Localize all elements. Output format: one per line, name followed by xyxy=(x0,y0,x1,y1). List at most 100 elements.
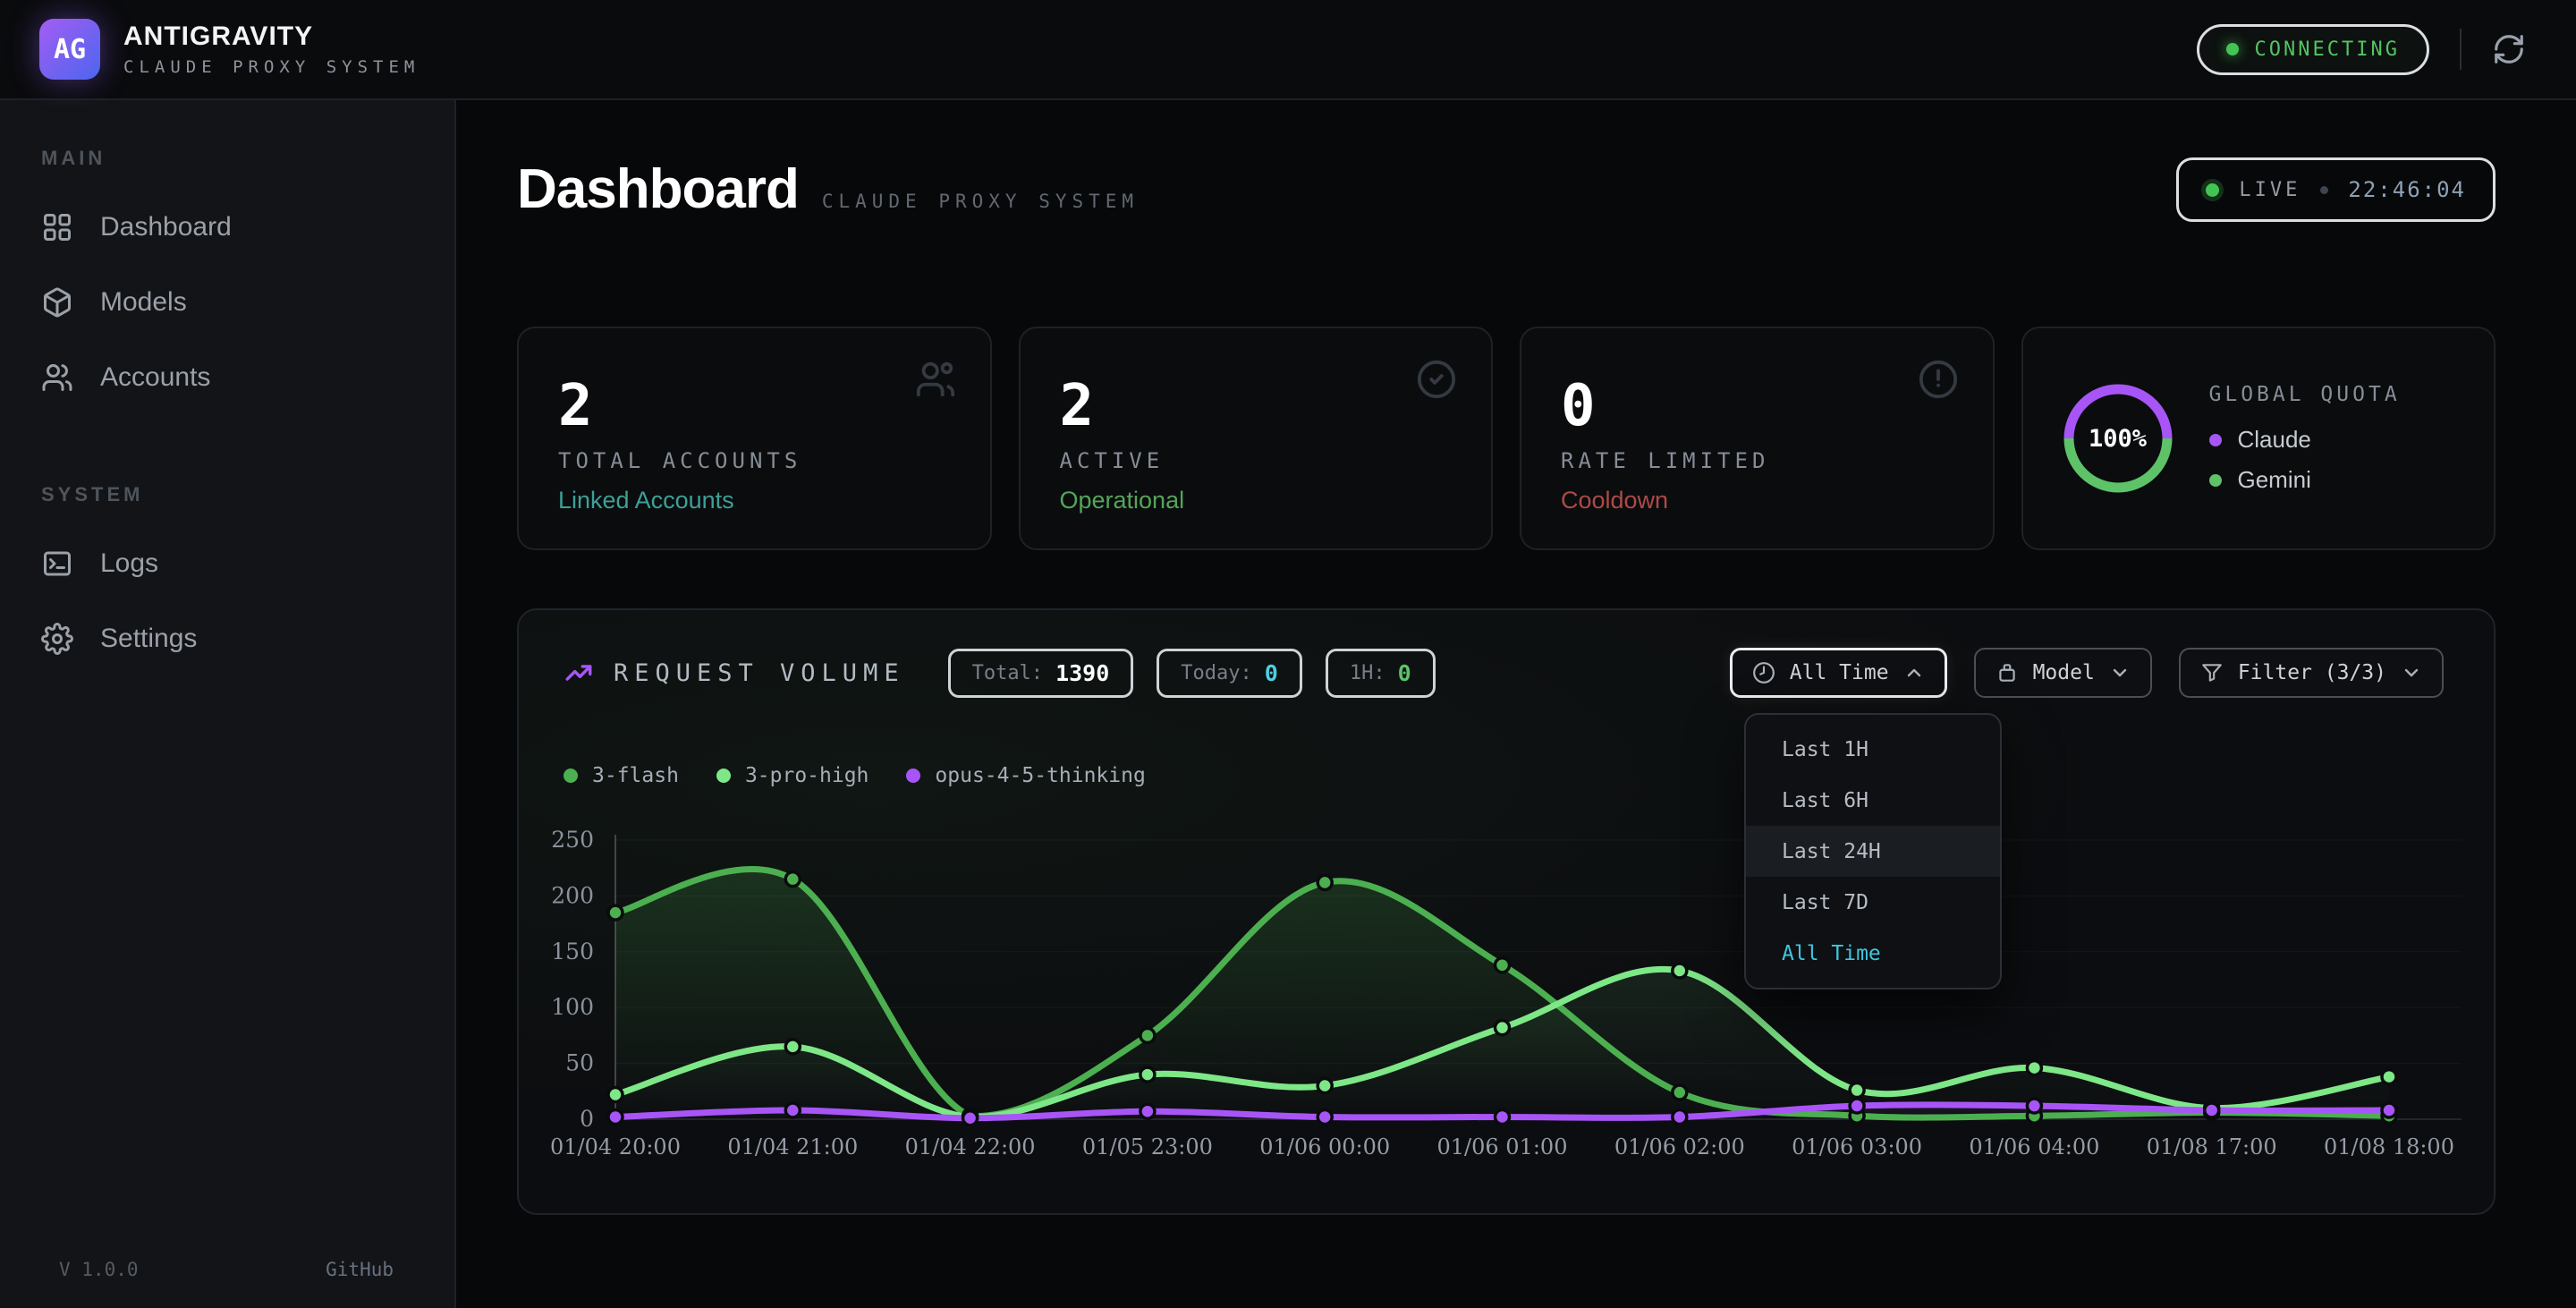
clock-value: 22:46:04 xyxy=(2348,177,2466,202)
separator-dot-icon xyxy=(2320,186,2328,194)
svg-text:250: 250 xyxy=(551,827,594,853)
dropdown-item-last-1h[interactable]: Last 1H xyxy=(1746,724,2000,775)
chevron-down-icon xyxy=(2401,662,2422,684)
legend-dot-icon xyxy=(906,769,920,783)
sidebar-item-dashboard[interactable]: Dashboard xyxy=(41,195,436,259)
legend-series-name: opus-4-5-thinking xyxy=(935,764,1145,787)
quota-legend-claude: Claude xyxy=(2209,426,2401,454)
quota-percent: 100% xyxy=(2063,383,2174,494)
volume-chart: 0 50 100 150 200 250 01/04 20:00 01/04 21:00 01/… xyxy=(537,818,2469,1176)
brand-text: ANTIGRAVITY CLAUDE PROXY SYSTEM xyxy=(123,21,419,77)
check-circle-icon xyxy=(1416,359,1457,400)
volume-badges: Total: 1390 Today: 0 1H: 0 xyxy=(948,649,1436,698)
svg-text:100: 100 xyxy=(551,994,594,1020)
refresh-button[interactable] xyxy=(2492,32,2526,66)
legend-series-name: 3-pro-high xyxy=(745,764,869,787)
svg-text:01/08 17:00: 01/08 17:00 xyxy=(2147,1134,2277,1159)
time-range-dropdown: Last 1H Last 6H Last 24H Last 7D All Tim… xyxy=(1744,713,2002,989)
gear-icon xyxy=(41,623,73,655)
model-filter-button[interactable]: Model xyxy=(1974,648,2152,698)
connection-status-label: CONNECTING xyxy=(2255,38,2400,61)
svg-text:01/06 02:00: 01/06 02:00 xyxy=(1614,1134,1745,1159)
svg-text:01/06 01:00: 01/06 01:00 xyxy=(1437,1134,1568,1159)
live-dot-icon xyxy=(2206,183,2219,197)
svg-text:50: 50 xyxy=(565,1050,594,1076)
global-quota-card: 100% GLOBAL QUOTA Claude Gemini xyxy=(2021,327,2496,550)
app-subtitle: CLAUDE PROXY SYSTEM xyxy=(123,57,419,77)
sidebar-item-label: Logs xyxy=(100,548,158,579)
page-header: Dashboard CLAUDE PROXY SYSTEM LIVE 22:46… xyxy=(517,157,2496,247)
sidebar-item-label: Models xyxy=(100,287,187,318)
brand: AG ANTIGRAVITY CLAUDE PROXY SYSTEM xyxy=(0,19,419,80)
stat-label: TOTAL ACCOUNTS xyxy=(558,448,801,473)
status-dot-icon xyxy=(2226,43,2239,55)
claude-dot-icon xyxy=(2209,434,2222,446)
svg-text:01/04 20:00: 01/04 20:00 xyxy=(550,1134,681,1159)
svg-text:01/06 00:00: 01/06 00:00 xyxy=(1259,1134,1390,1159)
svg-text:01/04 21:00: 01/04 21:00 xyxy=(727,1134,858,1159)
svg-text:01/08 18:00: 01/08 18:00 xyxy=(2324,1134,2454,1159)
page-subtitle: CLAUDE PROXY SYSTEM xyxy=(822,191,1139,212)
chevron-up-icon xyxy=(1903,662,1925,684)
connection-status-badge[interactable]: CONNECTING xyxy=(2197,24,2429,75)
stat-value: 2 xyxy=(558,373,951,439)
grid-icon xyxy=(41,211,73,243)
page-title: Dashboard xyxy=(517,157,799,221)
stats-row: 2 TOTAL ACCOUNTS Linked Accounts 2 ACTIV… xyxy=(517,327,2496,550)
sidebar-item-label: Accounts xyxy=(100,362,210,393)
svg-text:0: 0 xyxy=(580,1106,594,1132)
svg-text:01/06 04:00: 01/06 04:00 xyxy=(1969,1134,2099,1159)
main-content: Dashboard CLAUDE PROXY SYSTEM LIVE 22:46… xyxy=(456,100,2576,1308)
topbar: AG ANTIGRAVITY CLAUDE PROXY SYSTEM CONNE… xyxy=(0,0,2576,100)
stat-card-rate-limited: 0 RATE LIMITED Cooldown xyxy=(1520,327,1995,550)
legend-series-name: 3-flash xyxy=(592,764,679,787)
legend-item[interactable]: 3-flash xyxy=(564,764,679,787)
stat-sub-label: Cooldown xyxy=(1561,487,1668,514)
legend-item[interactable]: 3-pro-high xyxy=(716,764,869,787)
github-link[interactable]: GitHub xyxy=(326,1259,394,1280)
app-name: ANTIGRAVITY xyxy=(123,21,419,52)
sidebar-item-logs[interactable]: Logs xyxy=(41,531,436,596)
quota-label: GLOBAL QUOTA xyxy=(2209,383,2401,406)
refresh-icon xyxy=(2492,32,2526,66)
sidebar-item-settings[interactable]: Settings xyxy=(41,607,436,671)
svg-text:01/04 22:00: 01/04 22:00 xyxy=(905,1134,1036,1159)
legend-dot-icon xyxy=(716,769,731,783)
users-icon xyxy=(41,361,73,394)
app-logo: AG xyxy=(39,19,100,80)
legend-item[interactable]: opus-4-5-thinking xyxy=(906,764,1145,787)
clock-icon xyxy=(1752,661,1775,684)
chevron-down-icon xyxy=(2109,662,2131,684)
package-icon xyxy=(1996,661,2019,684)
svg-text:200: 200 xyxy=(551,882,594,908)
sidebar-item-accounts[interactable]: Accounts xyxy=(41,345,436,410)
stat-value: 2 xyxy=(1060,373,1453,439)
dropdown-item-last-7d[interactable]: Last 7D xyxy=(1746,877,2000,928)
gemini-dot-icon xyxy=(2209,474,2222,487)
users-icon xyxy=(915,359,956,400)
one-hour-badge: 1H: 0 xyxy=(1326,649,1436,698)
filter-button[interactable]: Filter (3/3) xyxy=(2179,648,2444,698)
legend-dot-icon xyxy=(564,769,578,783)
version-label: V 1.0.0 xyxy=(59,1259,139,1280)
dropdown-item-last-6h[interactable]: Last 6H xyxy=(1746,775,2000,826)
alert-circle-icon xyxy=(1918,359,1959,400)
quota-ring: 100% xyxy=(2063,383,2174,494)
stat-sub-label: Operational xyxy=(1060,487,1185,514)
funnel-icon xyxy=(2200,661,2224,684)
stat-card-active: 2 ACTIVE Operational xyxy=(1019,327,1494,550)
sidebar-item-models[interactable]: Models xyxy=(41,270,436,335)
sidebar-section-system-label: SYSTEM xyxy=(41,483,454,506)
total-badge: Total: 1390 xyxy=(948,649,1134,698)
time-range-button[interactable]: All Time xyxy=(1730,648,1947,698)
topbar-divider xyxy=(2460,29,2462,70)
panel-header: REQUEST VOLUME Total: 1390 Today: 0 1H: … xyxy=(519,610,2494,698)
dropdown-item-last-24h[interactable]: Last 24H xyxy=(1746,826,2000,877)
svg-text:150: 150 xyxy=(551,939,594,964)
stat-value: 0 xyxy=(1561,373,1953,439)
stat-label: RATE LIMITED xyxy=(1561,448,1769,473)
sidebar: MAIN Dashboard Models Accounts SYSTEM xyxy=(0,100,456,1308)
dropdown-item-all-time[interactable]: All Time xyxy=(1746,928,2000,979)
trending-up-icon xyxy=(564,658,594,688)
live-label: LIVE xyxy=(2239,179,2301,201)
